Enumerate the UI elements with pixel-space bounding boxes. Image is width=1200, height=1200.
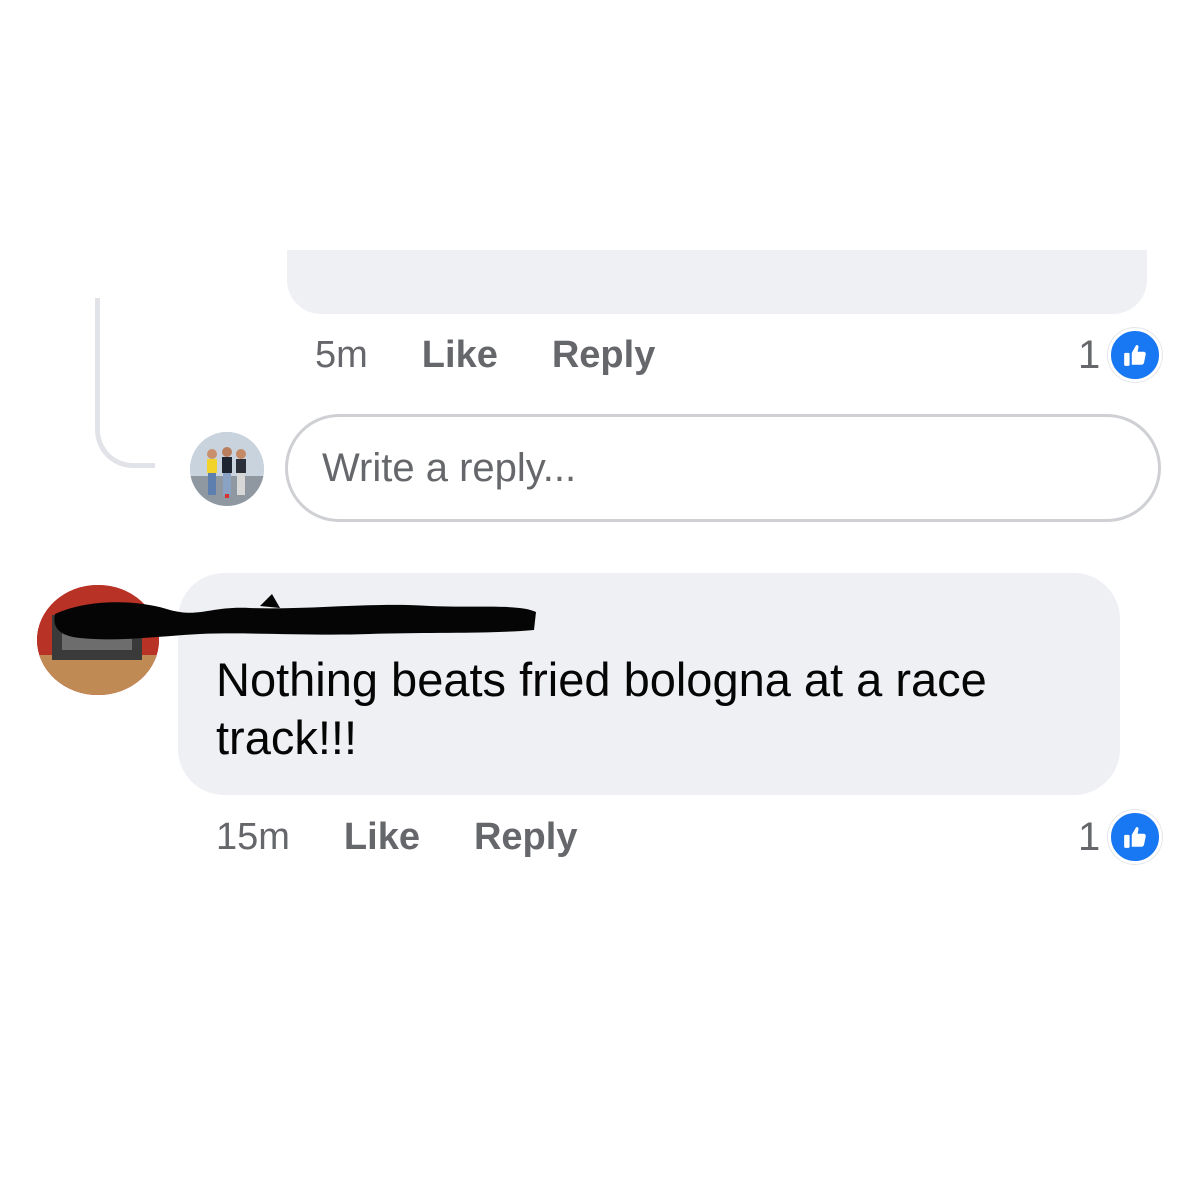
- comment-actions: 15m Like Reply: [216, 812, 631, 862]
- comment-timestamp[interactable]: 15m: [216, 816, 290, 859]
- reaction-count: 1: [1078, 814, 1101, 859]
- like-button[interactable]: Like: [344, 816, 420, 859]
- reply-input[interactable]: Write a reply...: [285, 414, 1161, 522]
- comment-text: Nothing beats fried bologna at a race tr…: [216, 653, 987, 764]
- previous-comment-actions: 5m Like Reply: [315, 330, 709, 380]
- like-thumbs-up-icon: [1108, 810, 1163, 864]
- like-button[interactable]: Like: [422, 334, 498, 377]
- redacted-commenter-name: [54, 594, 536, 640]
- reply-button[interactable]: Reply: [552, 334, 655, 377]
- reply-button[interactable]: Reply: [474, 816, 577, 859]
- reply-input-placeholder: Write a reply...: [322, 445, 577, 490]
- reaction-count: 1: [1078, 332, 1101, 377]
- comment-timestamp[interactable]: 5m: [315, 334, 368, 377]
- reaction-summary[interactable]: 1: [1078, 810, 1163, 864]
- reaction-summary[interactable]: 1: [1078, 328, 1163, 382]
- previous-comment-bubble: [287, 250, 1147, 314]
- thread-connector-line: [95, 298, 155, 468]
- like-thumbs-up-icon: [1108, 328, 1163, 382]
- current-user-avatar[interactable]: [190, 432, 264, 506]
